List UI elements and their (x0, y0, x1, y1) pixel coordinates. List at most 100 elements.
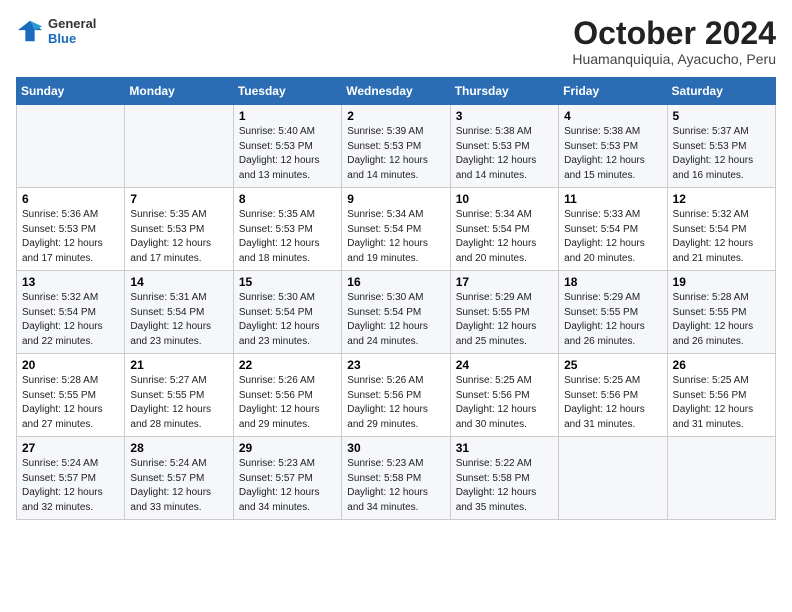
day-cell: 1 Sunrise: 5:40 AMSunset: 5:53 PMDaylight… (233, 105, 341, 188)
day-number: 21 (130, 358, 227, 372)
day-cell: 14 Sunrise: 5:31 AMSunset: 5:54 PMDayligh… (125, 271, 233, 354)
day-info: Sunrise: 5:30 AMSunset: 5:54 PMDaylight:… (347, 291, 444, 349)
day-number: 7 (130, 192, 227, 206)
day-cell: 22Sunrise: 5:26 AMSunset: 5:56 PMDayligh… (233, 354, 341, 437)
logo-blue: Blue (48, 31, 96, 46)
day-number: 5 (673, 109, 770, 123)
day-cell: 9 Sunrise: 5:34 AMSunset: 5:54 PMDaylight… (342, 188, 450, 271)
day-number: 29 (239, 441, 336, 455)
day-number: 23 (347, 358, 444, 372)
title-area: October 2024 Huamanquiquia, Ayacucho, Pe… (572, 16, 776, 67)
day-info: Sunrise: 5:40 AMSunset: 5:53 PMDaylight:… (239, 125, 336, 183)
logo-bird-icon (16, 17, 44, 45)
day-info: Sunrise: 5:36 AMSunset: 5:53 PMDaylight:… (22, 208, 119, 266)
day-number: 13 (22, 275, 119, 289)
week-row-5: 27Sunrise: 5:24 AMSunset: 5:57 PMDayligh… (17, 437, 776, 520)
day-number: 22 (239, 358, 336, 372)
header-cell-tuesday: Tuesday (233, 78, 341, 105)
day-number: 6 (22, 192, 119, 206)
day-info: Sunrise: 5:27 AMSunset: 5:55 PMDaylight:… (130, 374, 227, 432)
day-cell: 29 Sunrise: 5:23 AMSunset: 5:57 PMDayligh… (233, 437, 341, 520)
day-number: 24 (456, 358, 553, 372)
day-info: Sunrise: 5:35 AMSunset: 5:53 PMDaylight:… (130, 208, 227, 266)
day-info: Sunrise: 5:37 AMSunset: 5:53 PMDaylight:… (673, 125, 770, 183)
week-row-3: 13 Sunrise: 5:32 AMSunset: 5:54 PMDayligh… (17, 271, 776, 354)
day-cell: 11 Sunrise: 5:33 AMSunset: 5:54 PMDayligh… (559, 188, 667, 271)
day-info: Sunrise: 5:25 AMSunset: 5:56 PMDaylight:… (673, 374, 770, 432)
day-info: Sunrise: 5:32 AMSunset: 5:54 PMDaylight:… (22, 291, 119, 349)
day-cell: 13 Sunrise: 5:32 AMSunset: 5:54 PMDayligh… (17, 271, 125, 354)
day-cell: 15 Sunrise: 5:30 AMSunset: 5:54 PMDayligh… (233, 271, 341, 354)
day-info: Sunrise: 5:34 AMSunset: 5:54 PMDaylight:… (347, 208, 444, 266)
header-cell-saturday: Saturday (667, 78, 775, 105)
day-info: Sunrise: 5:32 AMSunset: 5:54 PMDaylight:… (673, 208, 770, 266)
day-number: 30 (347, 441, 444, 455)
day-cell: 24 Sunrise: 5:25 AMSunset: 5:56 PMDayligh… (450, 354, 558, 437)
day-cell: 23 Sunrise: 5:26 AMSunset: 5:56 PMDayligh… (342, 354, 450, 437)
day-number: 3 (456, 109, 553, 123)
day-cell: 28 Sunrise: 5:24 AMSunset: 5:57 PMDayligh… (125, 437, 233, 520)
day-number: 1 (239, 109, 336, 123)
day-cell: 16 Sunrise: 5:30 AMSunset: 5:54 PMDayligh… (342, 271, 450, 354)
day-number: 28 (130, 441, 227, 455)
calendar-table: SundayMondayTuesdayWednesdayThursdayFrid… (16, 77, 776, 520)
day-number: 14 (130, 275, 227, 289)
day-number: 18 (564, 275, 661, 289)
day-info: Sunrise: 5:25 AMSunset: 5:56 PMDaylight:… (564, 374, 661, 432)
day-info: Sunrise: 5:38 AMSunset: 5:53 PMDaylight:… (564, 125, 661, 183)
logo-general: General (48, 16, 96, 31)
day-cell: 26Sunrise: 5:25 AMSunset: 5:56 PMDayligh… (667, 354, 775, 437)
week-row-2: 6 Sunrise: 5:36 AMSunset: 5:53 PMDaylight… (17, 188, 776, 271)
day-info: Sunrise: 5:33 AMSunset: 5:54 PMDaylight:… (564, 208, 661, 266)
day-info: Sunrise: 5:39 AMSunset: 5:53 PMDaylight:… (347, 125, 444, 183)
day-info: Sunrise: 5:29 AMSunset: 5:55 PMDaylight:… (456, 291, 553, 349)
day-info: Sunrise: 5:24 AMSunset: 5:57 PMDaylight:… (22, 457, 119, 515)
header-cell-monday: Monday (125, 78, 233, 105)
day-cell (125, 105, 233, 188)
day-cell: 7 Sunrise: 5:35 AMSunset: 5:53 PMDaylight… (125, 188, 233, 271)
day-number: 17 (456, 275, 553, 289)
day-number: 11 (564, 192, 661, 206)
day-info: Sunrise: 5:29 AMSunset: 5:55 PMDaylight:… (564, 291, 661, 349)
day-info: Sunrise: 5:38 AMSunset: 5:53 PMDaylight:… (456, 125, 553, 183)
day-number: 16 (347, 275, 444, 289)
day-number: 19 (673, 275, 770, 289)
day-cell: 8Sunrise: 5:35 AMSunset: 5:53 PMDaylight… (233, 188, 341, 271)
day-cell: 25Sunrise: 5:25 AMSunset: 5:56 PMDayligh… (559, 354, 667, 437)
header-cell-friday: Friday (559, 78, 667, 105)
day-info: Sunrise: 5:28 AMSunset: 5:55 PMDaylight:… (673, 291, 770, 349)
day-cell: 17 Sunrise: 5:29 AMSunset: 5:55 PMDayligh… (450, 271, 558, 354)
day-number: 4 (564, 109, 661, 123)
day-cell: 27Sunrise: 5:24 AMSunset: 5:57 PMDayligh… (17, 437, 125, 520)
header-cell-thursday: Thursday (450, 78, 558, 105)
day-number: 9 (347, 192, 444, 206)
logo: General Blue (16, 16, 96, 46)
day-cell: 31Sunrise: 5:22 AMSunset: 5:58 PMDayligh… (450, 437, 558, 520)
day-cell: 2Sunrise: 5:39 AMSunset: 5:53 PMDaylight… (342, 105, 450, 188)
day-info: Sunrise: 5:25 AMSunset: 5:56 PMDaylight:… (456, 374, 553, 432)
day-info: Sunrise: 5:30 AMSunset: 5:54 PMDaylight:… (239, 291, 336, 349)
day-info: Sunrise: 5:23 AMSunset: 5:57 PMDaylight:… (239, 457, 336, 515)
location-subtitle: Huamanquiquia, Ayacucho, Peru (572, 51, 776, 67)
day-cell (667, 437, 775, 520)
day-number: 8 (239, 192, 336, 206)
header-row: SundayMondayTuesdayWednesdayThursdayFrid… (17, 78, 776, 105)
day-info: Sunrise: 5:24 AMSunset: 5:57 PMDaylight:… (130, 457, 227, 515)
day-number: 20 (22, 358, 119, 372)
day-cell (559, 437, 667, 520)
day-number: 15 (239, 275, 336, 289)
week-row-4: 20 Sunrise: 5:28 AMSunset: 5:55 PMDayligh… (17, 354, 776, 437)
day-info: Sunrise: 5:34 AMSunset: 5:54 PMDaylight:… (456, 208, 553, 266)
day-info: Sunrise: 5:26 AMSunset: 5:56 PMDaylight:… (347, 374, 444, 432)
header-cell-sunday: Sunday (17, 78, 125, 105)
day-cell: 5 Sunrise: 5:37 AMSunset: 5:53 PMDaylight… (667, 105, 775, 188)
day-cell: 21 Sunrise: 5:27 AMSunset: 5:55 PMDayligh… (125, 354, 233, 437)
day-info: Sunrise: 5:31 AMSunset: 5:54 PMDaylight:… (130, 291, 227, 349)
page-header: General Blue October 2024 Huamanquiquia,… (16, 16, 776, 67)
day-cell: 10Sunrise: 5:34 AMSunset: 5:54 PMDayligh… (450, 188, 558, 271)
calendar-body: 1 Sunrise: 5:40 AMSunset: 5:53 PMDaylight… (17, 105, 776, 520)
day-cell (17, 105, 125, 188)
day-number: 12 (673, 192, 770, 206)
day-info: Sunrise: 5:28 AMSunset: 5:55 PMDaylight:… (22, 374, 119, 432)
day-cell: 6 Sunrise: 5:36 AMSunset: 5:53 PMDaylight… (17, 188, 125, 271)
